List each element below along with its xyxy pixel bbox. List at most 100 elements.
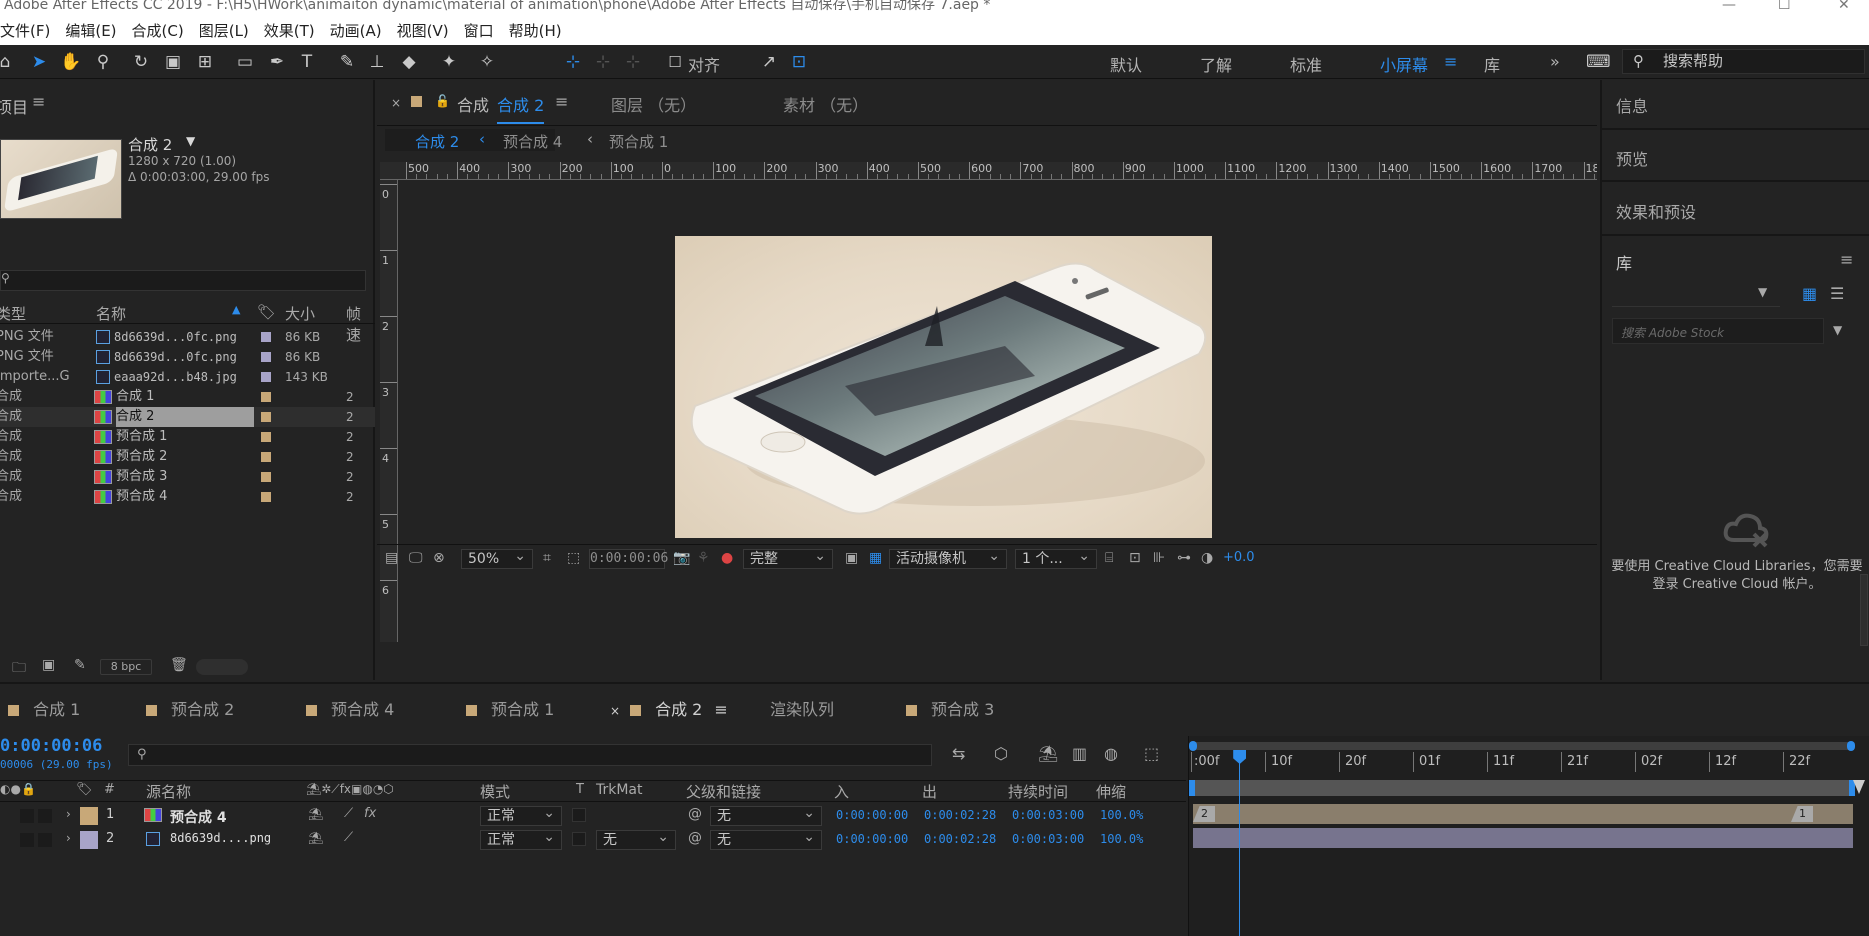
view-axis-icon[interactable]: ⊹ xyxy=(622,51,644,73)
layer-duration[interactable]: 0:00:03:00 xyxy=(1012,808,1084,822)
timeline-tab[interactable]: 预合成 2 xyxy=(146,696,234,720)
camera-dropdown[interactable]: 活动摄像机 xyxy=(889,547,1007,569)
snapshot-icon[interactable]: 📷 xyxy=(673,550,690,566)
label-color-swatch[interactable] xyxy=(261,352,271,362)
label-header-icon[interactable]: 🏷 xyxy=(76,782,93,797)
layer-stretch[interactable]: 100.0% xyxy=(1100,808,1143,822)
effects-presets-panel-header[interactable]: 效果和预设 xyxy=(1602,184,1869,236)
tab-composition-active[interactable]: 合成 2 xyxy=(497,92,545,124)
time-navigator[interactable] xyxy=(1189,780,1855,796)
delete-icon[interactable]: 🗑 xyxy=(170,657,188,673)
column-parent[interactable]: 父级和链接 xyxy=(686,781,761,802)
selection-tool-icon[interactable]: ➤ xyxy=(28,51,50,73)
reset-exposure-icon[interactable]: ⊡ xyxy=(1129,550,1141,566)
project-scroll-slider[interactable] xyxy=(196,659,248,675)
label-color-swatch[interactable] xyxy=(261,432,271,442)
workspace-small-screen[interactable]: 小屏幕 xyxy=(1380,52,1428,76)
label-color-swatch[interactable] xyxy=(261,332,271,342)
workspace-keyboard-icon[interactable]: ⌨ xyxy=(1586,51,1611,73)
world-axis-icon[interactable]: ⊹ xyxy=(592,51,614,73)
new-folder-icon[interactable]: 🗀 xyxy=(12,657,26,681)
project-item-row[interactable]: Importe...G eaaa92d...b48.jpg 143 KB xyxy=(0,367,375,387)
parent-dropdown[interactable]: 无 xyxy=(710,828,822,850)
column-name[interactable]: 名称 xyxy=(96,303,126,324)
roto-brush-tool-icon[interactable]: ✦ xyxy=(438,51,460,73)
preview-panel-header[interactable]: 预览 xyxy=(1602,132,1869,182)
label-color-swatch[interactable] xyxy=(261,452,271,462)
column-duration[interactable]: 持续时间 xyxy=(1008,781,1068,802)
views-dropdown[interactable]: 1 个... xyxy=(1015,547,1097,569)
menu-window[interactable]: 窗口 xyxy=(464,20,494,41)
library-scrollbar[interactable] xyxy=(1860,574,1868,646)
layer-in-time[interactable]: 0:00:00:00 xyxy=(836,808,908,822)
lock-icon[interactable]: 🔓 xyxy=(435,94,450,108)
composition-viewer[interactable] xyxy=(398,180,1597,642)
project-item-row[interactable]: 合成 预合成 1 2 xyxy=(0,427,375,447)
layer-duration[interactable]: 0:00:03:00 xyxy=(1012,832,1084,846)
project-search-input[interactable]: ⚲ xyxy=(0,270,366,291)
mask-visibility-icon[interactable]: ⊗ xyxy=(433,550,445,566)
primary-viewer-icon[interactable]: 🖵 xyxy=(409,550,423,566)
project-item-row[interactable]: PNG 文件 8d6639d...0fc.png 86 KB xyxy=(0,347,375,367)
work-area-bar[interactable] xyxy=(1189,741,1855,751)
layer-out-time[interactable]: 0:00:02:28 xyxy=(924,832,996,846)
library-select[interactable]: ▼ xyxy=(1612,283,1780,307)
bit-depth-button[interactable]: 8 bpc xyxy=(100,659,152,675)
project-item-row[interactable]: PNG 文件 8d6639d...0fc.png 86 KB xyxy=(0,327,375,347)
label-color-swatch[interactable] xyxy=(261,492,271,502)
quality-switch-icon[interactable]: ⟋ xyxy=(344,806,353,821)
timeline-tab[interactable]: 预合成 3 xyxy=(906,696,994,720)
close-icon[interactable]: ✕ xyxy=(1838,0,1850,12)
menu-edit[interactable]: 编辑(E) xyxy=(65,20,116,41)
viewer-timecode[interactable]: 0:00:00:06 xyxy=(589,549,668,569)
type-tool-icon[interactable]: T xyxy=(296,51,318,73)
info-panel-header[interactable]: 信息 xyxy=(1602,80,1869,130)
project-item-row[interactable]: 合成 预合成 4 2 xyxy=(0,487,375,507)
trkmat-dropdown[interactable]: 无 xyxy=(596,828,676,850)
timeline-layer-row[interactable]: › 2 8d6639d....png ⛱ ⟋ 正常 无 @ 无 0:00:00:00 0:00:02… xyxy=(0,828,1186,852)
draft-3d-icon[interactable]: ⬡ xyxy=(994,744,1008,763)
column-t[interactable]: T xyxy=(576,782,584,797)
exposure-icon[interactable]: ◑ xyxy=(1201,550,1213,566)
rectangle-tool-icon[interactable]: ▭ xyxy=(234,51,256,73)
label-column-icon[interactable]: 🏷 xyxy=(257,303,276,321)
video-switch[interactable] xyxy=(20,809,34,823)
layer-stretch[interactable]: 100.0% xyxy=(1100,832,1143,846)
always-preview-icon[interactable]: ▤ xyxy=(385,550,398,566)
label-color-swatch[interactable] xyxy=(261,372,271,382)
grid-view-icon[interactable]: ▦ xyxy=(1802,284,1817,303)
comp-tab-menu-icon[interactable]: ≡ xyxy=(555,92,568,111)
exposure-value[interactable]: +0.0 xyxy=(1223,550,1255,565)
pen-tool-icon[interactable]: ✒ xyxy=(266,51,288,73)
menu-file[interactable]: 文件(F) xyxy=(0,20,50,41)
fast-previews-icon[interactable]: ▣ xyxy=(845,550,858,566)
video-switch[interactable] xyxy=(20,833,34,847)
interpret-footage-icon[interactable]: ✎ xyxy=(74,657,86,673)
minimize-icon[interactable]: — xyxy=(1722,0,1736,12)
workspace-learn[interactable]: 了解 xyxy=(1200,52,1232,76)
workspace-menu-icon[interactable]: ≡ xyxy=(1444,52,1457,71)
pick-whip-icon[interactable]: @ xyxy=(688,830,702,846)
label-color-swatch[interactable] xyxy=(261,412,271,422)
timeline-search-input[interactable]: ⚲ xyxy=(128,744,932,766)
project-item-row[interactable]: 合成 预合成 2 2 xyxy=(0,447,375,467)
shy-switch-icon[interactable]: ⛱ xyxy=(308,831,323,845)
parent-dropdown[interactable]: 无 xyxy=(710,804,822,826)
project-item-row[interactable]: 合成 预合成 3 2 xyxy=(0,467,375,487)
close-timeline-tab-icon[interactable]: × xyxy=(610,704,620,718)
layer-label-swatch[interactable] xyxy=(80,807,98,825)
toggle-pixel-aspect-icon[interactable]: ⌸ xyxy=(1105,550,1113,566)
library-stock-search[interactable]: 搜索 Adobe Stock ▼ xyxy=(1612,318,1842,344)
current-time-display[interactable]: 0:00:00:06 xyxy=(0,736,102,756)
playhead[interactable] xyxy=(1233,750,1247,936)
tab-footage[interactable]: 素材 （无） xyxy=(783,92,868,116)
maximize-icon[interactable]: ☐ xyxy=(1778,0,1791,12)
selected-item-dropdown-icon[interactable]: ▼ xyxy=(186,134,195,148)
menu-animation[interactable]: 动画(A) xyxy=(330,20,382,41)
timeline-tab[interactable]: 预合成 1 xyxy=(466,696,554,720)
home-icon[interactable]: ⌂ xyxy=(0,51,16,73)
effects-switch-icon[interactable]: fx xyxy=(364,806,376,821)
layer-mode-dropdown[interactable]: 正常 xyxy=(480,828,562,850)
shy-layers-icon[interactable]: ⛱ xyxy=(1038,744,1058,763)
channel-icon[interactable]: ● xyxy=(721,550,733,566)
